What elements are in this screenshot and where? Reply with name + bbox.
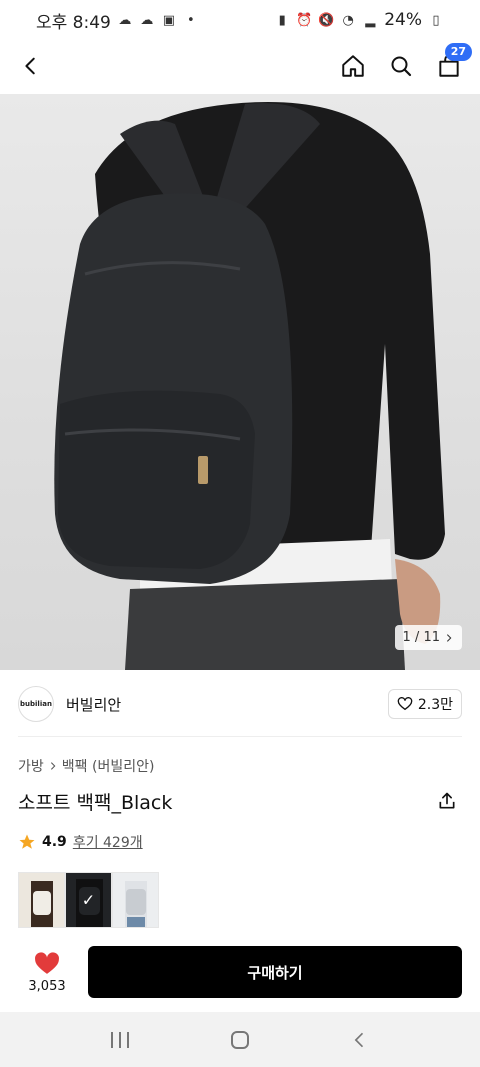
- back-button[interactable]: [16, 51, 46, 81]
- top-nav: 27: [0, 40, 480, 92]
- battery-icon: ▯: [432, 12, 440, 28]
- system-nav-bar: [0, 1012, 480, 1067]
- product-photo: [54, 102, 445, 670]
- alarm-icon: ⏰: [296, 12, 313, 28]
- status-left: 오후 8:49 ☁ ☁ ▣ •: [36, 8, 199, 33]
- image-counter-text: 1 / 11: [402, 630, 440, 645]
- chevron-left-icon: [25, 57, 35, 75]
- cart-count-badge: 27: [444, 43, 472, 61]
- brand-like-button[interactable]: 2.3만: [387, 689, 462, 719]
- home-nav-button[interactable]: [225, 1025, 255, 1055]
- search-icon: [391, 56, 412, 77]
- wifi-icon: ◔: [342, 12, 354, 28]
- rating-score: 4.9: [42, 834, 67, 850]
- divider: [18, 736, 462, 737]
- share-button[interactable]: [432, 786, 462, 816]
- color-option-ivory[interactable]: [18, 872, 65, 928]
- image-counter[interactable]: 1 / 11: [394, 625, 462, 650]
- breadcrumb-item-bag[interactable]: 가방: [18, 756, 44, 776]
- brand-row: bubilian 버빌리안 2.3만: [0, 684, 480, 724]
- brand-name: 버빌리안: [66, 695, 122, 714]
- cart-button[interactable]: 27: [434, 43, 472, 81]
- back-nav-button[interactable]: [345, 1025, 375, 1055]
- dot-icon: •: [187, 12, 195, 28]
- rating-row: 4.9 후기 429개: [18, 832, 143, 852]
- breadcrumb: 가방 백팩 (버빌리안): [18, 756, 154, 776]
- brand-logo: bubilian: [18, 686, 54, 722]
- top-nav-actions: 27: [338, 43, 472, 81]
- color-option-gray[interactable]: [112, 872, 159, 928]
- star-icon: [19, 834, 35, 849]
- status-time: 오후 8:49: [36, 12, 111, 33]
- home-button[interactable]: [338, 51, 368, 81]
- breadcrumb-item-backpack[interactable]: 백팩 (버빌리안): [62, 756, 155, 776]
- cloud-icon: ☁: [118, 12, 132, 28]
- mute-icon: 🔇: [318, 12, 335, 28]
- heart-icon: [35, 951, 59, 974]
- color-options: ✓: [18, 872, 159, 928]
- search-button[interactable]: [386, 51, 416, 81]
- chevron-right-icon: [446, 633, 452, 642]
- buy-button[interactable]: 구매하기: [88, 946, 462, 998]
- cloud-icon: ☁: [140, 12, 154, 28]
- product-title: 소프트 백팩_Black: [18, 791, 173, 814]
- image-icon: ▣: [162, 12, 175, 28]
- check-icon: ✓: [81, 890, 96, 910]
- back-arrow-icon: [354, 1032, 364, 1047]
- battery-saver-icon: ▮: [278, 12, 286, 28]
- purchase-bar: 3,053 구매하기: [0, 944, 480, 1000]
- brand-link[interactable]: bubilian 버빌리안: [18, 686, 121, 722]
- home-icon: [342, 55, 364, 77]
- heart-outline-icon: [397, 697, 413, 711]
- title-row: 소프트 백팩_Black: [18, 786, 462, 816]
- status-right: ▮ ⏰ 🔇 ◔ ▂ 24% ▯: [274, 10, 444, 30]
- thumbnail-image: [31, 881, 53, 927]
- product-image-carousel[interactable]: 1 / 11: [0, 94, 480, 670]
- brand-like-count: 2.3만: [417, 697, 453, 713]
- wishlist-count: 3,053: [28, 978, 66, 994]
- battery-percent: 24%: [384, 10, 422, 30]
- recent-apps-button[interactable]: [105, 1025, 135, 1055]
- color-option-black[interactable]: ✓: [65, 872, 112, 928]
- recent-apps-icon: [111, 1031, 129, 1048]
- review-count-link[interactable]: 후기 429개: [73, 832, 143, 852]
- chevron-right-icon: [50, 762, 56, 770]
- share-icon: [439, 792, 455, 809]
- wishlist-button[interactable]: 3,053: [18, 951, 76, 994]
- thumbnail-image: [125, 881, 147, 927]
- status-bar: 오후 8:49 ☁ ☁ ▣ • ▮ ⏰ 🔇 ◔ ▂ 24% ▯: [0, 0, 480, 40]
- signal-icon: ▂: [365, 12, 376, 28]
- home-circle-icon: [231, 1030, 249, 1049]
